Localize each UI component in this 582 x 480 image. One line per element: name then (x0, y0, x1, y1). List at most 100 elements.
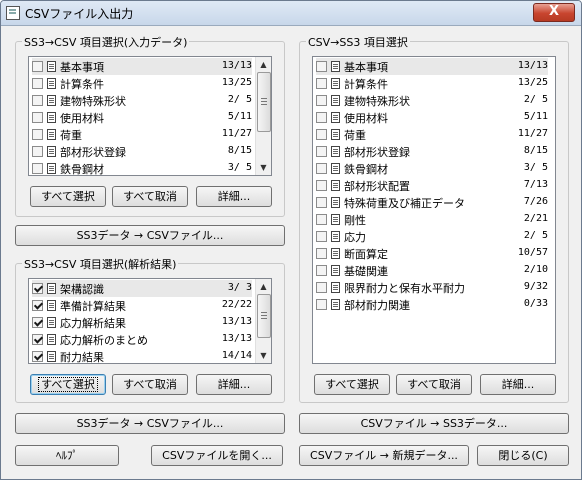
item-checkbox[interactable] (316, 197, 327, 208)
item-checkbox[interactable] (316, 214, 327, 225)
document-icon (47, 334, 56, 345)
list-item[interactable]: 基礎関連 2/10 (316, 262, 548, 279)
close-button[interactable]: 閉じる(C) (477, 445, 569, 466)
analysis-list-scrollbar[interactable]: ▲ ▼ (255, 279, 271, 363)
item-label: 基本事項 (60, 60, 104, 74)
input-clear-all-button[interactable]: すべて取消 (112, 186, 188, 207)
item-count: 0/33 (523, 298, 548, 309)
item-count: 13/13 (221, 60, 252, 71)
list-item[interactable]: 鉄骨鋼材 3/ 5 (32, 160, 252, 175)
item-checkbox[interactable] (32, 283, 43, 294)
item-label: 準備計算結果 (60, 299, 126, 313)
help-button[interactable]: ﾍﾙﾌﾟ (15, 445, 119, 466)
item-checkbox[interactable] (32, 334, 43, 345)
item-checkbox[interactable] (32, 300, 43, 311)
list-item[interactable]: 建物特殊形状 2/ 5 (316, 92, 548, 109)
list-item[interactable]: 基本事項 13/13 (316, 58, 548, 75)
item-checkbox[interactable] (32, 112, 43, 123)
document-icon (331, 112, 340, 123)
item-count: 2/10 (523, 264, 548, 275)
csv-detail-button[interactable]: 詳細... (480, 374, 556, 395)
item-checkbox[interactable] (316, 61, 327, 72)
list-item[interactable]: 計算条件 13/25 (32, 75, 252, 92)
item-checkbox[interactable] (32, 146, 43, 157)
item-checkbox[interactable] (32, 95, 43, 106)
item-label: 鉄骨鋼材 (344, 162, 388, 176)
list-item[interactable]: 応力解析のまとめ 13/13 (32, 331, 252, 348)
list-item[interactable]: 剛性 2/21 (316, 211, 548, 228)
list-item[interactable]: 部材形状登録 8/15 (316, 143, 548, 160)
item-checkbox[interactable] (316, 299, 327, 310)
analysis-clear-all-button[interactable]: すべて取消 (112, 374, 188, 395)
list-item[interactable]: 架構認識 3/ 3 (32, 280, 252, 297)
title-bar[interactable]: CSVファイル入出力 X (1, 1, 581, 26)
export-analysis-button[interactable]: SS3データ → CSVファイル... (15, 413, 285, 434)
document-icon (47, 163, 56, 174)
analysis-results-list[interactable]: 架構認識 3/ 3 準備計算結果 22/22 応力解析結果 13/13 応力解析のまとめ 13… (28, 278, 272, 364)
item-checkbox[interactable] (32, 61, 43, 72)
input-list-scrollbar[interactable]: ▲ ▼ (255, 57, 271, 175)
scroll-thumb[interactable] (257, 72, 271, 132)
item-checkbox[interactable] (316, 129, 327, 140)
item-label: 特殊荷重及び補正データ (344, 196, 465, 210)
export-input-button[interactable]: SS3データ → CSVファイル... (15, 225, 285, 246)
list-item[interactable]: 応力 2/ 5 (316, 228, 548, 245)
list-item[interactable]: 使用材料 5/11 (316, 109, 548, 126)
list-item[interactable]: 使用材料 5/11 (32, 109, 252, 126)
item-label: 部材形状配置 (344, 179, 410, 193)
list-item[interactable]: 応力解析結果 13/13 (32, 314, 252, 331)
list-item[interactable]: 部材耐力関連 0/33 (316, 296, 548, 313)
csv-to-ss3-list[interactable]: 基本事項 13/13 計算条件 13/25 建物特殊形状 2/ 5 使用材料 5/11 荷重 11… (312, 56, 556, 364)
document-icon (47, 112, 56, 123)
open-csv-button[interactable]: CSVファイルを開く... (151, 445, 283, 466)
list-item[interactable]: 部材形状登録 8/15 (32, 143, 252, 160)
item-checkbox[interactable] (316, 248, 327, 259)
item-checkbox[interactable] (32, 129, 43, 140)
list-item[interactable]: 荷重 11/27 (32, 126, 252, 143)
new-data-from-csv-button[interactable]: CSVファイル → 新規データ... (299, 445, 469, 466)
scroll-thumb[interactable] (257, 294, 271, 338)
list-item[interactable]: 特殊荷重及び補正データ 7/26 (316, 194, 548, 211)
analysis-detail-button[interactable]: 詳細... (196, 374, 272, 395)
item-count: 3/ 5 (227, 162, 252, 173)
item-checkbox[interactable] (316, 265, 327, 276)
list-item[interactable]: 耐力結果 14/14 (32, 348, 252, 363)
document-icon (331, 265, 340, 276)
list-item[interactable]: 荷重 11/27 (316, 126, 548, 143)
list-item[interactable]: 部材形状配置 7/13 (316, 177, 548, 194)
input-select-all-button[interactable]: すべて選択 (30, 186, 106, 207)
input-detail-button[interactable]: 詳細... (196, 186, 272, 207)
scroll-down-arrow-icon[interactable]: ▼ (256, 160, 271, 175)
item-checkbox[interactable] (32, 163, 43, 174)
item-count: 13/13 (221, 316, 252, 327)
item-checkbox[interactable] (316, 112, 327, 123)
import-csv-button[interactable]: CSVファイル → SS3データ... (299, 413, 569, 434)
list-item[interactable]: 限界耐力と保有水平耐力 9/32 (316, 279, 548, 296)
list-item[interactable]: 建物特殊形状 2/ 5 (32, 92, 252, 109)
item-checkbox[interactable] (316, 78, 327, 89)
scroll-down-arrow-icon[interactable]: ▼ (256, 348, 271, 363)
list-item[interactable]: 基本事項 13/13 (32, 58, 252, 75)
input-data-list[interactable]: 基本事項 13/13 計算条件 13/25 建物特殊形状 2/ 5 使用材料 5/11 荷重 11… (28, 56, 272, 176)
list-item[interactable]: 断面算定 10/57 (316, 245, 548, 262)
csv-select-all-button[interactable]: すべて選択 (314, 374, 390, 395)
item-checkbox[interactable] (316, 146, 327, 157)
item-checkbox[interactable] (316, 95, 327, 106)
list-item[interactable]: 準備計算結果 22/22 (32, 297, 252, 314)
item-checkbox[interactable] (32, 351, 43, 362)
item-checkbox[interactable] (316, 282, 327, 293)
item-checkbox[interactable] (32, 317, 43, 328)
scroll-up-arrow-icon[interactable]: ▲ (256, 57, 271, 72)
item-label: 応力解析のまとめ (60, 333, 148, 347)
analysis-select-all-button[interactable]: すべて選択 (30, 374, 106, 395)
item-label: 建物特殊形状 (344, 94, 410, 108)
item-checkbox[interactable] (316, 163, 327, 174)
list-item[interactable]: 計算条件 13/25 (316, 75, 548, 92)
list-item[interactable]: 鉄骨鋼材 3/ 5 (316, 160, 548, 177)
csv-clear-all-button[interactable]: すべて取消 (396, 374, 472, 395)
close-window-button[interactable]: X (533, 3, 575, 22)
scroll-up-arrow-icon[interactable]: ▲ (256, 279, 271, 294)
item-checkbox[interactable] (32, 78, 43, 89)
item-checkbox[interactable] (316, 231, 327, 242)
item-checkbox[interactable] (316, 180, 327, 191)
